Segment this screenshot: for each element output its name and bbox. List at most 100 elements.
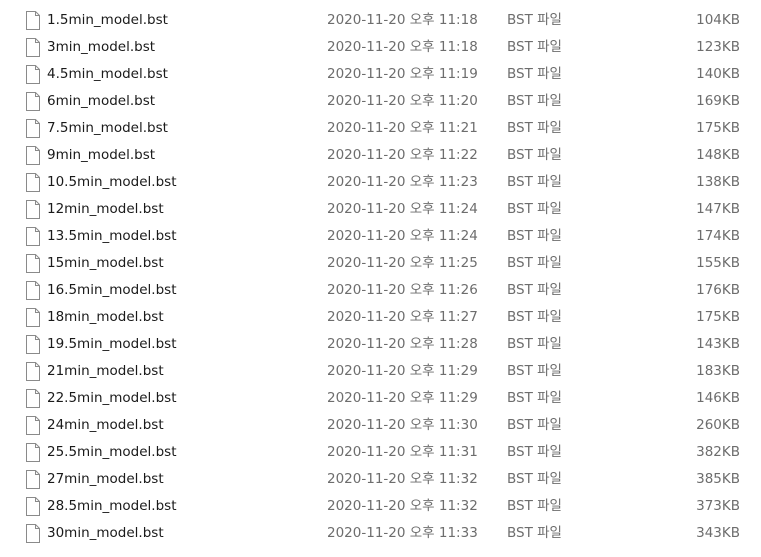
file-date-modified: 2020-11-20 오후 11:27 [327,309,478,325]
file-size: 385KB [696,471,740,487]
file-row[interactable]: 3min_model.bst 2020-11-20 오후 11:18 BST 파… [0,34,761,61]
file-row[interactable]: 13.5min_model.bst 2020-11-20 오후 11:24 BS… [0,223,761,250]
file-row[interactable]: 22.5min_model.bst 2020-11-20 오후 11:29 BS… [0,385,761,412]
file-name: 1.5min_model.bst [47,12,168,28]
file-row[interactable]: 19.5min_model.bst 2020-11-20 오후 11:28 BS… [0,331,761,358]
file-date-modified: 2020-11-20 오후 11:19 [327,66,478,82]
file-size: 174KB [696,228,740,244]
file-row[interactable]: 6min_model.bst 2020-11-20 오후 11:20 BST 파… [0,88,761,115]
file-name: 6min_model.bst [47,93,156,109]
generic-file-icon [25,281,41,300]
generic-file-icon [25,119,41,138]
file-row[interactable]: 7.5min_model.bst 2020-11-20 오후 11:21 BST… [0,115,761,142]
file-row[interactable]: 1.5min_model.bst 2020-11-20 오후 11:18 BST… [0,7,761,34]
file-name: 10.5min_model.bst [47,174,177,190]
file-name: 9min_model.bst [47,147,156,163]
file-type: BST 파일 [507,93,562,109]
file-row[interactable]: 30min_model.bst 2020-11-20 오후 11:33 BST … [0,520,761,547]
file-size: 373KB [696,498,740,514]
file-type: BST 파일 [507,228,562,244]
file-name: 30min_model.bst [47,525,164,541]
file-type: BST 파일 [507,309,562,325]
file-date-modified: 2020-11-20 오후 11:21 [327,120,478,136]
file-name: 16.5min_model.bst [47,282,177,298]
file-date-modified: 2020-11-20 오후 11:24 [327,228,478,244]
file-type: BST 파일 [507,147,562,163]
file-size: 143KB [696,336,740,352]
generic-file-icon [25,227,41,246]
file-name: 28.5min_model.bst [47,498,177,514]
file-date-modified: 2020-11-20 오후 11:24 [327,201,478,217]
file-row[interactable]: 18min_model.bst 2020-11-20 오후 11:27 BST … [0,304,761,331]
file-row[interactable]: 28.5min_model.bst 2020-11-20 오후 11:32 BS… [0,493,761,520]
file-row[interactable]: 4.5min_model.bst 2020-11-20 오후 11:19 BST… [0,61,761,88]
file-size: 123KB [696,39,740,55]
file-name: 12min_model.bst [47,201,164,217]
file-size: 169KB [696,93,740,109]
file-row[interactable]: 9min_model.bst 2020-11-20 오후 11:22 BST 파… [0,142,761,169]
file-name: 22.5min_model.bst [47,390,177,406]
file-date-modified: 2020-11-20 오후 11:33 [327,525,478,541]
file-size: 146KB [696,390,740,406]
generic-file-icon [25,92,41,111]
file-date-modified: 2020-11-20 오후 11:22 [327,147,478,163]
file-type: BST 파일 [507,336,562,352]
file-list: 1.5min_model.bst 2020-11-20 오후 11:18 BST… [0,0,761,557]
file-row[interactable]: 21min_model.bst 2020-11-20 오후 11:29 BST … [0,358,761,385]
generic-file-icon [25,308,41,327]
file-date-modified: 2020-11-20 오후 11:28 [327,336,478,352]
file-row[interactable]: 16.5min_model.bst 2020-11-20 오후 11:26 BS… [0,277,761,304]
file-type: BST 파일 [507,498,562,514]
generic-file-icon [25,254,41,273]
generic-file-icon [25,443,41,462]
file-type: BST 파일 [507,174,562,190]
file-size: 140KB [696,66,740,82]
file-size: 147KB [696,201,740,217]
file-size: 138KB [696,174,740,190]
generic-file-icon [25,524,41,543]
generic-file-icon [25,146,41,165]
file-type: BST 파일 [507,120,562,136]
file-date-modified: 2020-11-20 오후 11:29 [327,363,478,379]
file-type: BST 파일 [507,444,562,460]
file-name: 19.5min_model.bst [47,336,177,352]
file-date-modified: 2020-11-20 오후 11:30 [327,417,478,433]
file-type: BST 파일 [507,390,562,406]
generic-file-icon [25,11,41,30]
file-row[interactable]: 10.5min_model.bst 2020-11-20 오후 11:23 BS… [0,169,761,196]
file-date-modified: 2020-11-20 오후 11:32 [327,498,478,514]
file-size: 155KB [696,255,740,271]
file-row[interactable]: 15min_model.bst 2020-11-20 오후 11:25 BST … [0,250,761,277]
file-type: BST 파일 [507,255,562,271]
file-size: 148KB [696,147,740,163]
file-type: BST 파일 [507,282,562,298]
file-date-modified: 2020-11-20 오후 11:26 [327,282,478,298]
generic-file-icon [25,65,41,84]
file-row[interactable]: 24min_model.bst 2020-11-20 오후 11:30 BST … [0,412,761,439]
generic-file-icon [25,173,41,192]
file-row[interactable]: 27min_model.bst 2020-11-20 오후 11:32 BST … [0,466,761,493]
file-type: BST 파일 [507,525,562,541]
file-size: 175KB [696,309,740,325]
file-type: BST 파일 [507,201,562,217]
file-row[interactable]: 12min_model.bst 2020-11-20 오후 11:24 BST … [0,196,761,223]
file-name: 18min_model.bst [47,309,164,325]
file-name: 15min_model.bst [47,255,164,271]
generic-file-icon [25,389,41,408]
file-type: BST 파일 [507,471,562,487]
file-name: 25.5min_model.bst [47,444,177,460]
file-row[interactable]: 25.5min_model.bst 2020-11-20 오후 11:31 BS… [0,439,761,466]
file-name: 27min_model.bst [47,471,164,487]
file-size: 260KB [696,417,740,433]
generic-file-icon [25,200,41,219]
file-type: BST 파일 [507,417,562,433]
file-size: 382KB [696,444,740,460]
file-type: BST 파일 [507,39,562,55]
generic-file-icon [25,416,41,435]
generic-file-icon [25,497,41,516]
generic-file-icon [25,335,41,354]
file-name: 3min_model.bst [47,39,156,55]
file-name: 24min_model.bst [47,417,164,433]
file-type: BST 파일 [507,363,562,379]
file-type: BST 파일 [507,12,562,28]
